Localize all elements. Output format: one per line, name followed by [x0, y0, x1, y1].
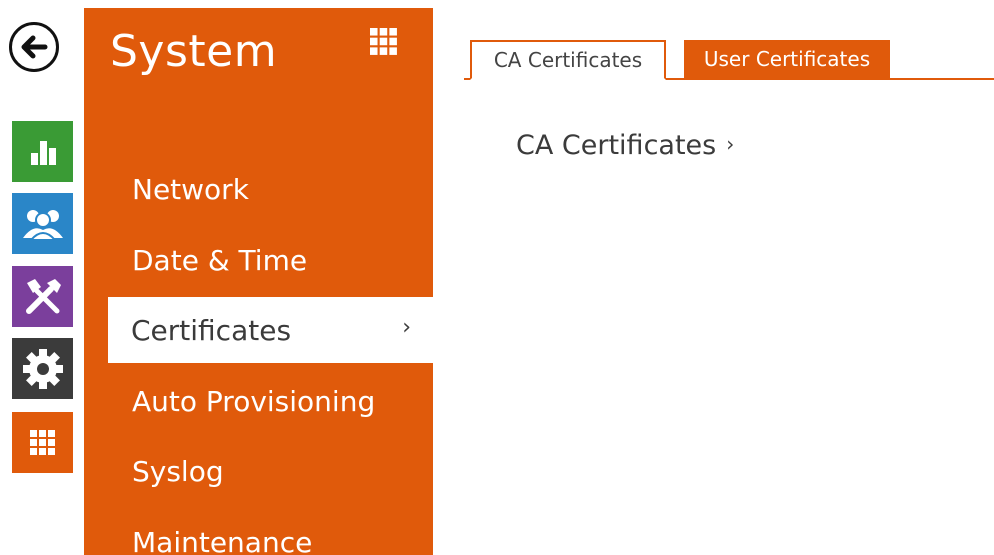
- back-arrow-icon: [21, 35, 48, 59]
- menu-grid-icon[interactable]: [370, 28, 398, 60]
- gear-icon: [22, 348, 63, 389]
- system-menu-panel: System Network Date & Time Certificates …: [84, 8, 433, 555]
- menu-title: System: [110, 26, 278, 77]
- section-title: CA Certificates: [516, 130, 717, 161]
- tab-ca-certificates[interactable]: CA Certificates: [470, 40, 666, 80]
- menu-item-label: Certificates: [131, 313, 292, 347]
- status-section-button[interactable]: [12, 121, 73, 182]
- menu-item-label: Syslog: [132, 454, 224, 488]
- menu-item-certificates[interactable]: Certificates ›: [108, 297, 433, 363]
- bar-chart-icon: [30, 140, 56, 165]
- chevron-right-icon: ›: [726, 132, 735, 156]
- users-section-button[interactable]: [12, 193, 73, 254]
- menu-item-auto-provisioning[interactable]: Auto Provisioning: [84, 368, 433, 434]
- menu-item-syslog[interactable]: Syslog: [84, 438, 433, 504]
- system-section-button[interactable]: [12, 412, 73, 473]
- menu-item-label: Maintenance: [132, 525, 313, 555]
- tools-icon: [25, 278, 61, 314]
- menu-item-label: Network: [132, 172, 249, 206]
- ca-certificates-section-toggle[interactable]: CA Certificates ›: [516, 130, 734, 161]
- back-button[interactable]: [9, 22, 59, 72]
- menu-item-maintenance[interactable]: Maintenance: [84, 509, 433, 555]
- services-section-button[interactable]: [12, 266, 73, 327]
- grid-icon: [29, 429, 55, 455]
- chevron-right-icon: ›: [402, 315, 411, 340]
- hardware-section-button[interactable]: [12, 338, 73, 399]
- menu-item-label: Auto Provisioning: [132, 384, 376, 418]
- menu-item-date-time[interactable]: Date & Time: [84, 227, 433, 293]
- menu-item-network[interactable]: Network: [84, 156, 433, 222]
- menu-item-label: Date & Time: [132, 243, 308, 277]
- users-icon: [22, 209, 63, 241]
- tab-user-certificates[interactable]: User Certificates: [684, 40, 890, 78]
- app-root: System Network Date & Time Certificates …: [0, 0, 994, 555]
